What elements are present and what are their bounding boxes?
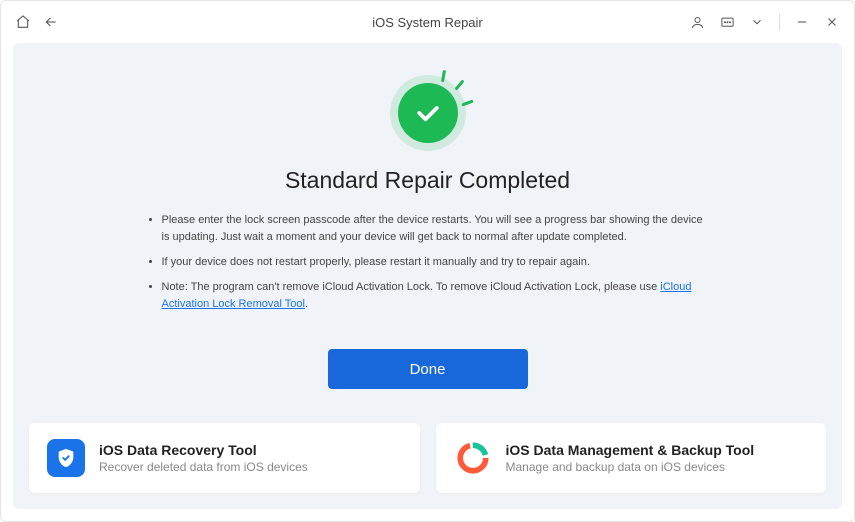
titlebar-divider bbox=[779, 14, 780, 30]
titlebar-right bbox=[689, 14, 840, 30]
page-title: Standard Repair Completed bbox=[285, 167, 570, 194]
home-icon[interactable] bbox=[15, 14, 31, 30]
promo-row: iOS Data Recovery Tool Recover deleted d… bbox=[29, 423, 826, 493]
close-icon[interactable] bbox=[824, 14, 840, 30]
promo-card-data-recovery[interactable]: iOS Data Recovery Tool Recover deleted d… bbox=[29, 423, 420, 493]
app-window: iOS System Repair bbox=[0, 0, 855, 522]
titlebar-left bbox=[15, 14, 59, 30]
promo-card-data-management[interactable]: iOS Data Management & Backup Tool Manage… bbox=[436, 423, 827, 493]
promo-text: iOS Data Management & Backup Tool Manage… bbox=[506, 442, 755, 474]
instruction-item: Note: The program can't remove iCloud Ac… bbox=[162, 279, 708, 313]
user-icon[interactable] bbox=[689, 14, 705, 30]
instruction-item: If your device does not restart properly… bbox=[162, 254, 708, 271]
done-button[interactable]: Done bbox=[328, 349, 528, 389]
promo-title: iOS Data Recovery Tool bbox=[99, 442, 308, 458]
window-title: iOS System Repair bbox=[372, 15, 483, 30]
back-icon[interactable] bbox=[43, 14, 59, 30]
main-content: Standard Repair Completed Please enter t… bbox=[13, 43, 842, 509]
note-suffix: . bbox=[305, 298, 308, 310]
feedback-icon[interactable] bbox=[719, 14, 735, 30]
minimize-icon[interactable] bbox=[794, 14, 810, 30]
titlebar: iOS System Repair bbox=[1, 1, 854, 43]
instruction-item: Please enter the lock screen passcode af… bbox=[162, 212, 708, 246]
promo-subtitle: Manage and backup data on iOS devices bbox=[506, 460, 755, 474]
shield-icon bbox=[47, 439, 85, 477]
circle-icon bbox=[454, 439, 492, 477]
promo-subtitle: Recover deleted data from iOS devices bbox=[99, 460, 308, 474]
success-icon bbox=[383, 73, 473, 153]
note-prefix: Note: The program can't remove iCloud Ac… bbox=[162, 281, 661, 293]
promo-title: iOS Data Management & Backup Tool bbox=[506, 442, 755, 458]
instruction-list: Please enter the lock screen passcode af… bbox=[148, 212, 708, 321]
promo-text: iOS Data Recovery Tool Recover deleted d… bbox=[99, 442, 308, 474]
chevron-down-icon[interactable] bbox=[749, 14, 765, 30]
